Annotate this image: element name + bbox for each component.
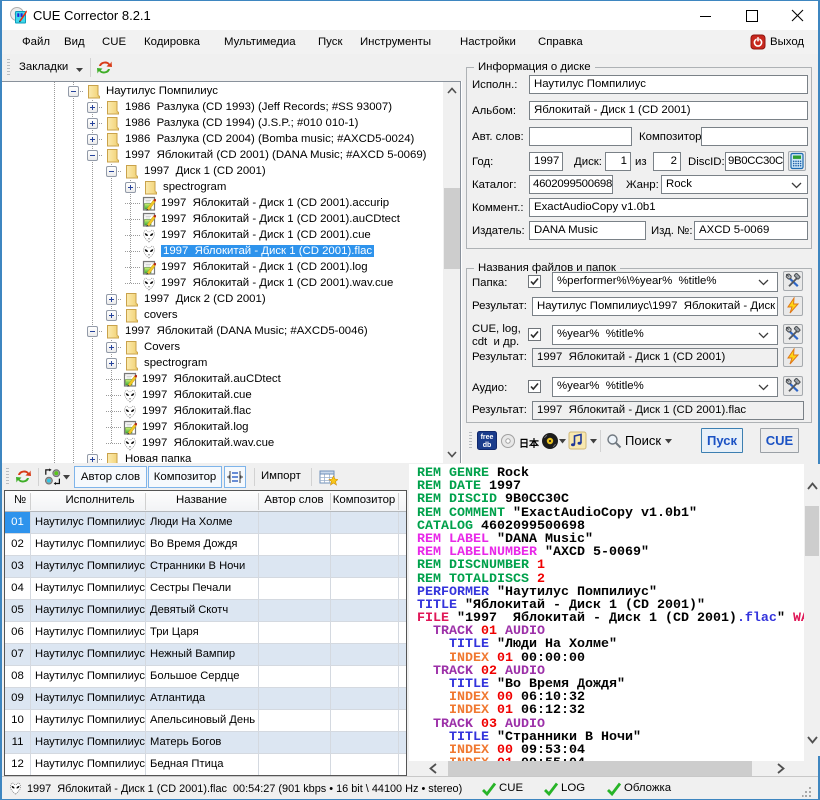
- svg-text:free: free: [481, 434, 494, 441]
- svg-text:db: db: [483, 442, 492, 449]
